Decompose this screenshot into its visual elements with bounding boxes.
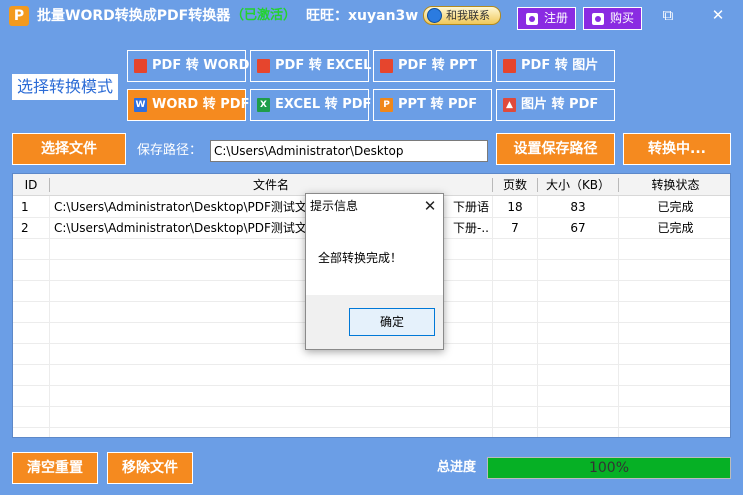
contact-me-label: 和我联系 [446, 9, 490, 22]
cell-size: 83 [570, 200, 586, 214]
remove-file-button[interactable]: 移除文件 [107, 452, 193, 484]
info-dialog: 提示信息 ✕ 全部转换完成！ 确定 [305, 193, 444, 350]
image-icon: ▲ [503, 98, 516, 112]
mode-button-label: PDF 转 WORD [152, 58, 250, 73]
column-header-status[interactable]: 转换状态 [619, 174, 730, 196]
progress-text: 100% [588, 460, 630, 476]
contact-me-button[interactable]: 和我联系 [423, 6, 501, 25]
dialog-ok-button[interactable]: 确定 [349, 308, 435, 336]
excel-icon: X [257, 98, 270, 112]
word-icon: W [134, 98, 147, 112]
cell-pages: 18 [507, 200, 523, 214]
restore-window-icon[interactable]: ⧉ [658, 5, 678, 25]
mode-pdf-to-excel-button[interactable]: PDF 转 EXCEL [250, 50, 372, 82]
buy-button[interactable]: 购买 [583, 7, 642, 30]
register-icon [526, 13, 538, 25]
cell-filename-tail: 下册语... [453, 200, 489, 214]
dialog-message: 全部转换完成！ [318, 251, 403, 265]
activation-status: （已激活） [231, 8, 297, 23]
column-header-size[interactable]: 大小（KB） [538, 174, 618, 196]
cell-id: 2 [21, 221, 29, 235]
mode-ppt-to-pdf-button[interactable]: P PPT 转 PDF [373, 89, 492, 121]
mode-image-to-pdf-button[interactable]: ▲ 图片 转 PDF [496, 89, 615, 121]
chat-icon [427, 8, 442, 23]
cell-pages: 7 [511, 221, 519, 235]
select-file-button[interactable]: 选择文件 [12, 133, 126, 165]
register-button[interactable]: 注册 [517, 7, 576, 30]
cell-status: 已完成 [657, 221, 694, 235]
mode-button-label: PDF 转 PPT [398, 58, 478, 73]
column-header-id[interactable]: ID [13, 174, 49, 196]
dialog-close-icon[interactable]: ✕ [420, 196, 440, 216]
pdf-icon [134, 59, 147, 73]
mode-label: 选择转换模式 [12, 74, 118, 100]
pdf-icon [257, 59, 270, 73]
convert-button[interactable]: 转换中... [623, 133, 731, 165]
mode-button-label: EXCEL 转 PDF [275, 97, 372, 112]
total-progress-label: 总进度 [437, 460, 477, 475]
mode-word-to-pdf-button[interactable]: W WORD 转 PDF [127, 89, 250, 121]
mode-button-label: 图片 转 PDF [521, 97, 599, 112]
cart-icon [592, 13, 604, 25]
dialog-title: 提示信息 [310, 199, 359, 213]
dialog-footer: 确定 [306, 295, 443, 349]
app-logo-icon: P [9, 6, 29, 26]
table-row-empty [13, 365, 730, 386]
mode-button-label: PPT 转 PDF [398, 97, 478, 112]
mode-pdf-to-image-button[interactable]: PDF 转 图片 [496, 50, 615, 82]
clear-reset-button[interactable]: 清空重置 [12, 452, 98, 484]
cell-status: 已完成 [657, 200, 694, 214]
save-path-input[interactable] [210, 140, 488, 162]
register-label: 注册 [544, 11, 569, 25]
set-save-path-button[interactable]: 设置保存路径 [496, 133, 615, 165]
cell-filename: C:\Users\Administrator\Desktop\PDF测试文 [54, 200, 306, 214]
mode-excel-to-pdf-button[interactable]: X EXCEL 转 PDF [250, 89, 372, 121]
cell-filename: C:\Users\Administrator\Desktop\PDF测试文 [54, 221, 306, 235]
app-title: 批量WORD转换成PDF转换器 [37, 8, 231, 24]
table-row-empty [13, 407, 730, 428]
pdf-icon [503, 59, 516, 73]
mode-pdf-to-word-button[interactable]: PDF 转 WORD [127, 50, 250, 82]
column-header-pages[interactable]: 页数 [493, 174, 537, 196]
cell-size: 67 [570, 221, 586, 235]
mode-button-label: PDF 转 EXCEL [275, 58, 372, 73]
cell-id: 1 [21, 200, 29, 214]
wangwang-contact: 旺旺：xuyan3w [306, 8, 419, 24]
ppt-icon: P [380, 98, 393, 112]
save-path-label: 保存路径： [137, 143, 203, 158]
cell-filename-tail: 下册-... [453, 221, 489, 235]
mode-button-label: PDF 转 图片 [521, 58, 599, 73]
close-window-icon[interactable]: ✕ [708, 5, 728, 25]
buy-label: 购买 [610, 11, 635, 25]
table-row-empty [13, 386, 730, 407]
mode-pdf-to-ppt-button[interactable]: PDF 转 PPT [373, 50, 492, 82]
mode-button-label: WORD 转 PDF [152, 97, 250, 112]
pdf-icon [380, 59, 393, 73]
total-progress-bar: 100% [487, 457, 731, 479]
